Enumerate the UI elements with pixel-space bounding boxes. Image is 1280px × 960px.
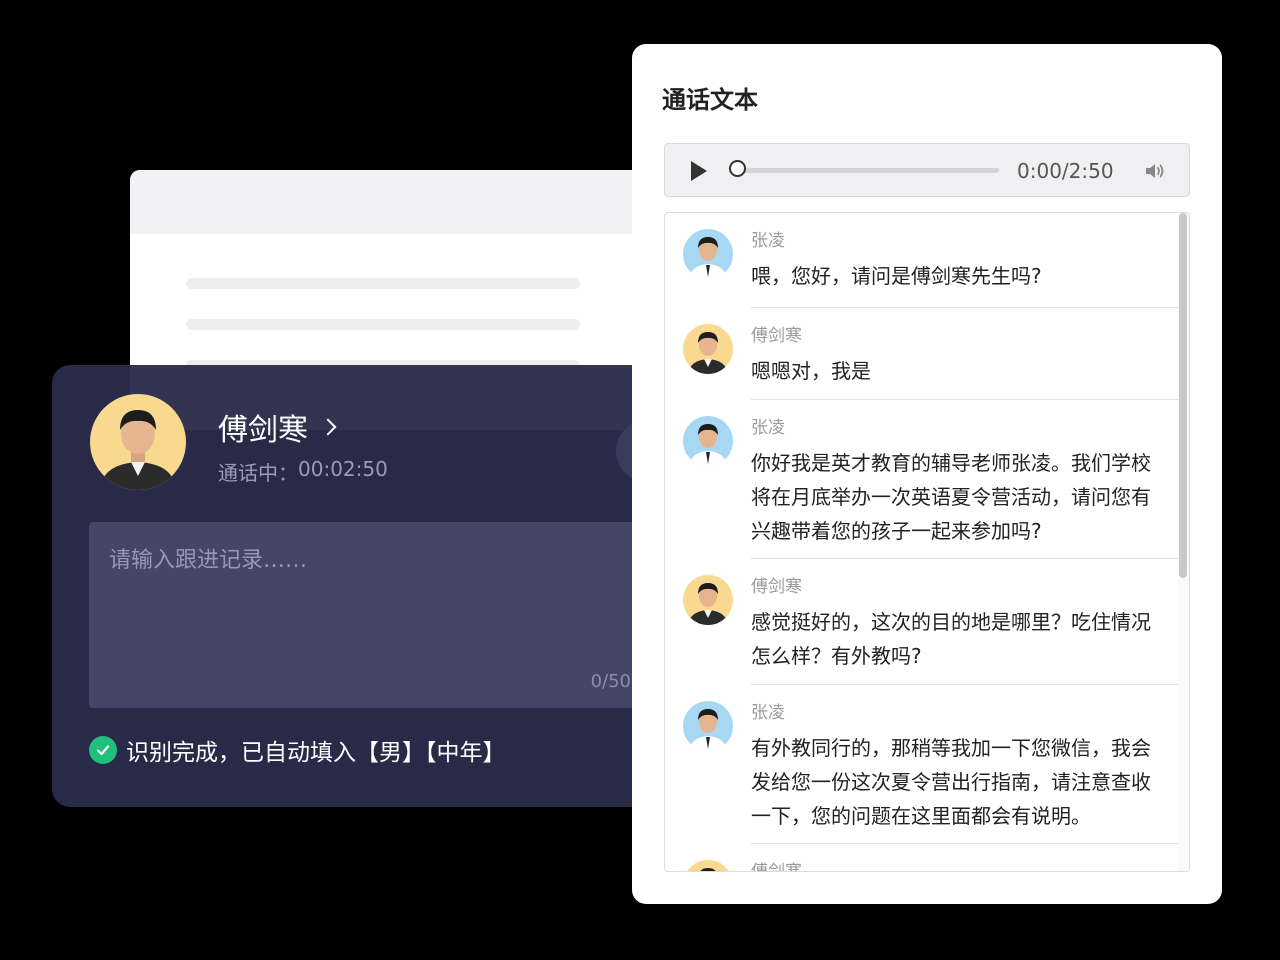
progress-track[interactable] bbox=[737, 168, 999, 173]
recognition-text: 识别完成，已自动填入【男】【中年】 bbox=[126, 740, 506, 766]
person-icon bbox=[689, 237, 727, 279]
note-char-count: 0/50 bbox=[590, 671, 631, 692]
customer-avatar bbox=[683, 324, 733, 374]
agent-avatar bbox=[683, 416, 733, 466]
panel-title: 通话文本 bbox=[662, 86, 758, 114]
message-text: 喂，您好，请问是傅剑寒先生吗? bbox=[751, 264, 1042, 288]
progress-knob[interactable] bbox=[729, 160, 746, 177]
transcript-message: 张凌 你好我是英才教育的辅导老师张凌。我们学校将在月底举办一次英语夏令营活动，请… bbox=[665, 400, 1189, 559]
speaker-name: 傅剑寒 bbox=[751, 326, 802, 346]
play-icon[interactable] bbox=[691, 161, 707, 181]
check-circle-icon bbox=[89, 736, 117, 764]
follow-up-note-input[interactable]: 请输入跟进记录…… 0/50 bbox=[89, 522, 649, 708]
note-placeholder: 请输入跟进记录…… bbox=[109, 548, 308, 573]
recognition-status: 识别完成，已自动填入【男】【中年】 bbox=[89, 733, 506, 767]
message-text: 感觉挺好的，这次的目的地是哪里？吃住情况怎么样？有外教吗? bbox=[751, 610, 1151, 668]
call-duration: 00:02:50 bbox=[298, 457, 388, 481]
person-icon bbox=[688, 583, 728, 625]
message-text: 嗯嗯对，我是 bbox=[751, 359, 871, 383]
volume-icon[interactable] bbox=[1143, 159, 1167, 183]
transcript-panel: 通话文本 0:00/2:50 张凌 喂，您好，请问是傅剑寒先生吗? 傅剑寒 嗯嗯… bbox=[632, 44, 1222, 904]
caller-name[interactable]: 傅剑寒 bbox=[218, 405, 337, 449]
person-icon bbox=[700, 868, 716, 871]
transcript-message: 张凌 喂，您好，请问是傅剑寒先生吗? bbox=[665, 213, 1189, 308]
placeholder-line bbox=[186, 319, 580, 330]
document-header-bar bbox=[130, 170, 690, 234]
agent-avatar bbox=[683, 229, 733, 279]
call-status-label: 通话中： bbox=[218, 461, 298, 485]
customer-avatar bbox=[683, 575, 733, 625]
transcript-list[interactable]: 张凌 喂，您好，请问是傅剑寒先生吗? 傅剑寒 嗯嗯对，我是 张凌 你好我是英才教… bbox=[664, 212, 1190, 872]
speaker-name: 傅剑寒 bbox=[751, 862, 802, 872]
chevron-right-icon bbox=[319, 418, 337, 436]
message-text: 有外教同行的，那稍等我加一下您微信，我会发给您一份这次夏令营出行指南，请注意查收… bbox=[751, 736, 1151, 828]
person-icon bbox=[689, 424, 727, 466]
agent-avatar bbox=[683, 701, 733, 751]
speaker-name: 张凌 bbox=[751, 231, 785, 251]
caller-name-text: 傅剑寒 bbox=[218, 413, 308, 448]
transcript-message: 傅剑寒 bbox=[665, 844, 1189, 872]
person-icon bbox=[100, 410, 176, 490]
customer-avatar bbox=[683, 860, 733, 871]
scrollbar-thumb[interactable] bbox=[1179, 213, 1187, 578]
speaker-name: 张凌 bbox=[751, 703, 785, 723]
message-text: 你好我是英才教育的辅导老师张凌。我们学校将在月底举办一次英语夏令营活动，请问您有… bbox=[751, 451, 1151, 543]
speaker-name: 张凌 bbox=[751, 418, 785, 438]
call-status: 通话中： 00:02:50 bbox=[218, 457, 388, 486]
person-icon bbox=[688, 332, 728, 374]
speaker-name: 傅剑寒 bbox=[751, 577, 802, 597]
person-icon bbox=[689, 709, 727, 751]
transcript-message: 张凌 有外教同行的，那稍等我加一下您微信，我会发给您一份这次夏令营出行指南，请注… bbox=[665, 685, 1189, 844]
caller-avatar bbox=[90, 394, 186, 490]
transcript-message: 傅剑寒 感觉挺好的，这次的目的地是哪里？吃住情况怎么样？有外教吗? bbox=[665, 559, 1189, 685]
placeholder-line bbox=[186, 278, 580, 289]
audio-player: 0:00/2:50 bbox=[664, 143, 1190, 197]
scrollbar-track[interactable] bbox=[1178, 213, 1189, 871]
playback-time: 0:00/2:50 bbox=[1017, 159, 1114, 183]
transcript-message: 傅剑寒 嗯嗯对，我是 bbox=[665, 308, 1189, 400]
call-card: 傅剑寒 通话中： 00:02:50 请输入跟进记录…… 0/50 识别完成，已自… bbox=[52, 365, 672, 807]
